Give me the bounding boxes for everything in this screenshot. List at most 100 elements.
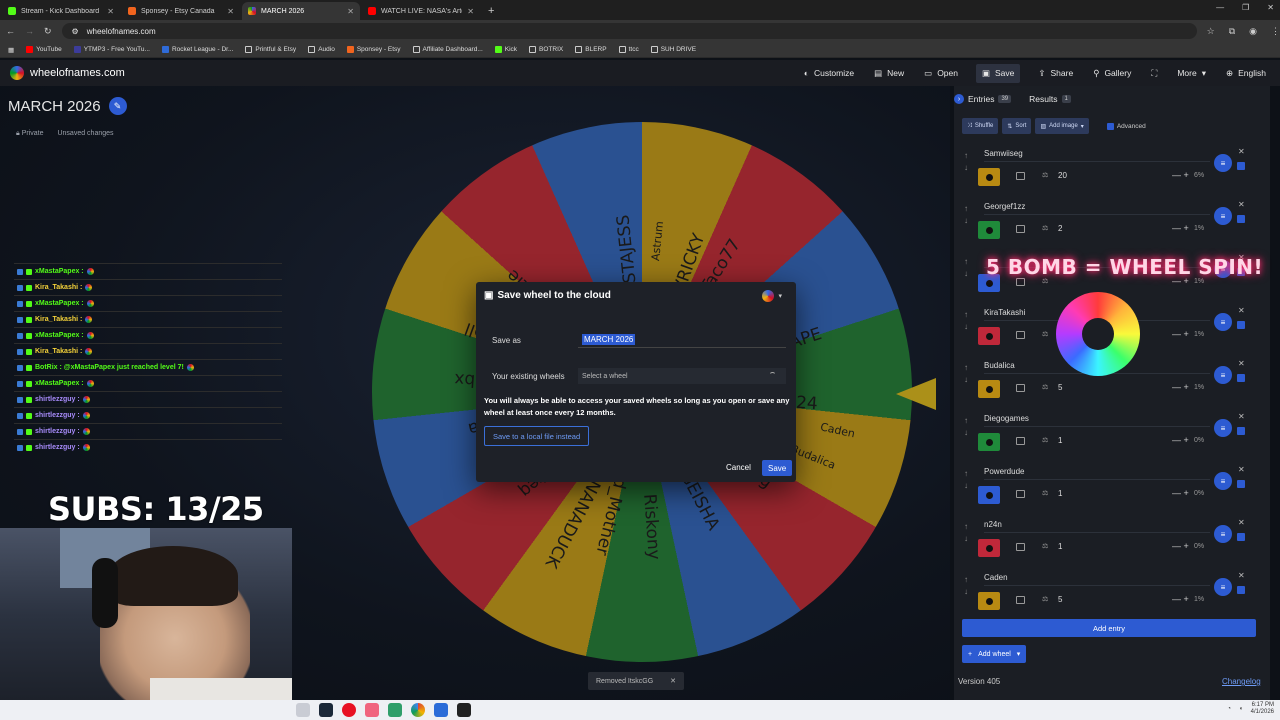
entry-enabled-checkbox[interactable] (1237, 533, 1245, 541)
entry-color-button[interactable] (978, 327, 1000, 345)
entry-name-input[interactable]: n24n (984, 517, 1210, 533)
tab-entries[interactable]: › Entries 39 (954, 94, 1012, 104)
remove-entry-icon[interactable]: ✕ (1238, 571, 1245, 580)
wifi-icon[interactable]: ◔ (1227, 706, 1231, 712)
chat-username[interactable]: shirtlezzguy : (35, 412, 80, 419)
reload-icon[interactable]: ↻ (44, 26, 52, 37)
bookmark-item[interactable]: YTMP3 - Free YouTu... (73, 46, 150, 53)
close-icon[interactable]: ✕ (670, 677, 676, 685)
sort-button[interactable]: ⇅ Sort (1002, 118, 1032, 134)
volume-icon[interactable]: ◖ (1239, 706, 1243, 712)
entry-enabled-checkbox[interactable] (1237, 215, 1245, 223)
reorder-icon[interactable]: ↑ ↓ (964, 150, 968, 174)
weight-stepper[interactable]: — + (1172, 435, 1189, 445)
add-wheel-button[interactable]: + Add wheel ▾ (962, 645, 1027, 663)
reorder-icon[interactable]: ↑ ↓ (964, 468, 968, 492)
image-icon[interactable] (1016, 596, 1025, 604)
edit-title-button[interactable]: ✎ (108, 97, 127, 115)
add-image-button[interactable]: ▨ Add image ▾ (1035, 118, 1089, 134)
account-switcher[interactable]: ▾ (762, 290, 782, 302)
advanced-toggle[interactable]: Advanced (1106, 122, 1146, 130)
gallery-button[interactable]: ⚲ Gallery (1091, 68, 1133, 79)
reorder-icon[interactable]: ↑ ↓ (964, 203, 968, 227)
entry-enabled-checkbox[interactable] (1237, 427, 1245, 435)
reorder-icon[interactable]: ↑ ↓ (964, 415, 968, 439)
language-button[interactable]: ⊕ English (1224, 68, 1268, 79)
entry-color-button[interactable] (978, 592, 1000, 610)
remove-entry-icon[interactable]: ✕ (1238, 518, 1245, 527)
reorder-icon[interactable]: ↑ ↓ (964, 256, 968, 280)
image-icon[interactable] (1016, 172, 1025, 180)
checkbox[interactable] (1106, 122, 1114, 130)
bookmark-item[interactable]: Kick (494, 46, 517, 53)
site-info-icon[interactable]: ⚙ (72, 27, 79, 36)
entry-weight[interactable]: 1 (1058, 542, 1062, 551)
entry-options-button[interactable]: ≡ (1214, 207, 1232, 225)
new-button[interactable]: ▤ New (872, 68, 906, 79)
entry-options-button[interactable]: ≡ (1214, 472, 1232, 490)
chat-username[interactable]: xMastaPapex : (35, 300, 84, 307)
existing-wheels-select[interactable]: Select a wheel (578, 368, 786, 384)
steam-icon[interactable] (319, 703, 333, 717)
remove-entry-icon[interactable]: ✕ (1238, 412, 1245, 421)
entry-color-button[interactable] (978, 168, 1000, 186)
bookmark-item[interactable]: BOTRIX (529, 46, 563, 53)
weight-stepper[interactable]: — + (1172, 223, 1189, 233)
remove-entry-icon[interactable]: ✕ (1238, 147, 1245, 156)
bookmark-item[interactable]: ttcc (618, 46, 639, 53)
collapse-icon[interactable]: › (954, 94, 964, 104)
entry-options-button[interactable]: ≡ (1214, 366, 1232, 384)
weight-stepper[interactable]: — + (1172, 329, 1189, 339)
bookmark-item[interactable]: Affiliate Dashboard... (412, 46, 483, 53)
entry-name-input[interactable]: Powerdude (984, 464, 1210, 480)
browser-tab[interactable]: Stream - Kick Dashboard ✕ (2, 2, 120, 20)
more-button[interactable]: More ▾ (1175, 68, 1208, 79)
url-input[interactable]: ⚙ wheelofnames.com (61, 23, 1197, 39)
open-button[interactable]: ▭ Open (922, 68, 960, 79)
entry-enabled-checkbox[interactable] (1237, 480, 1245, 488)
image-icon[interactable] (1016, 225, 1025, 233)
entry-color-button[interactable] (978, 221, 1000, 239)
bookmark-item[interactable]: Printful & Etsy (245, 46, 296, 53)
back-icon[interactable]: ← (6, 26, 15, 36)
weight-stepper[interactable]: — + (1172, 594, 1189, 604)
chrome-icon[interactable] (411, 703, 425, 717)
image-icon[interactable] (1016, 384, 1025, 392)
entry-color-button[interactable] (978, 380, 1000, 398)
bookmark-item[interactable]: SUH DRIVE (650, 46, 696, 53)
close-window-icon[interactable]: ✕ (1267, 3, 1274, 12)
cancel-button[interactable]: Cancel (726, 463, 751, 472)
entry-name-input[interactable]: Samwiiseg (984, 146, 1210, 162)
entry-color-button[interactable] (978, 486, 1000, 504)
bookmark-item[interactable]: Rocket League - Dr... (161, 46, 233, 53)
entry-name-input[interactable]: Georgef1zz (984, 199, 1210, 215)
reorder-icon[interactable]: ↑ ↓ (964, 574, 968, 598)
file-explorer-icon[interactable] (296, 703, 310, 717)
image-icon[interactable] (1016, 331, 1025, 339)
bookmark-star-icon[interactable]: ☆ (1207, 26, 1215, 37)
weight-stepper[interactable]: — + (1172, 170, 1189, 180)
entry-weight[interactable]: 2 (1058, 224, 1062, 233)
add-entry-button[interactable]: Add entry (962, 619, 1256, 637)
entry-enabled-checkbox[interactable] (1237, 162, 1245, 170)
bookmark-item[interactable]: BLERP (575, 46, 607, 53)
entry-weight[interactable]: 1 (1058, 436, 1062, 445)
chat-username[interactable]: shirtlezzguy : (35, 428, 80, 435)
tab-results[interactable]: Results 1 (1029, 94, 1071, 104)
save-button[interactable]: ▣ Save (975, 63, 1021, 83)
save-as-input[interactable]: MARCH 2026 (578, 332, 786, 348)
entry-name-input[interactable]: Diegogames (984, 411, 1210, 427)
profile-icon[interactable]: ◉ (1249, 26, 1257, 37)
entry-weight[interactable]: 1 (1058, 489, 1062, 498)
reorder-icon[interactable]: ↑ ↓ (964, 309, 968, 333)
entry-weight[interactable]: 5 (1058, 595, 1062, 604)
entry-options-button[interactable]: ≡ (1214, 419, 1232, 437)
weight-stepper[interactable]: — + (1172, 488, 1189, 498)
changelog-link[interactable]: Changelog (1222, 677, 1261, 686)
entry-enabled-checkbox[interactable] (1237, 321, 1245, 329)
weight-stepper[interactable]: — + (1172, 541, 1189, 551)
forward-icon[interactable]: → (25, 26, 34, 36)
entry-options-button[interactable]: ≡ (1214, 313, 1232, 331)
entry-options-button[interactable]: ≡ (1214, 154, 1232, 172)
save-local-button[interactable]: Save to a local file instead (484, 426, 590, 446)
